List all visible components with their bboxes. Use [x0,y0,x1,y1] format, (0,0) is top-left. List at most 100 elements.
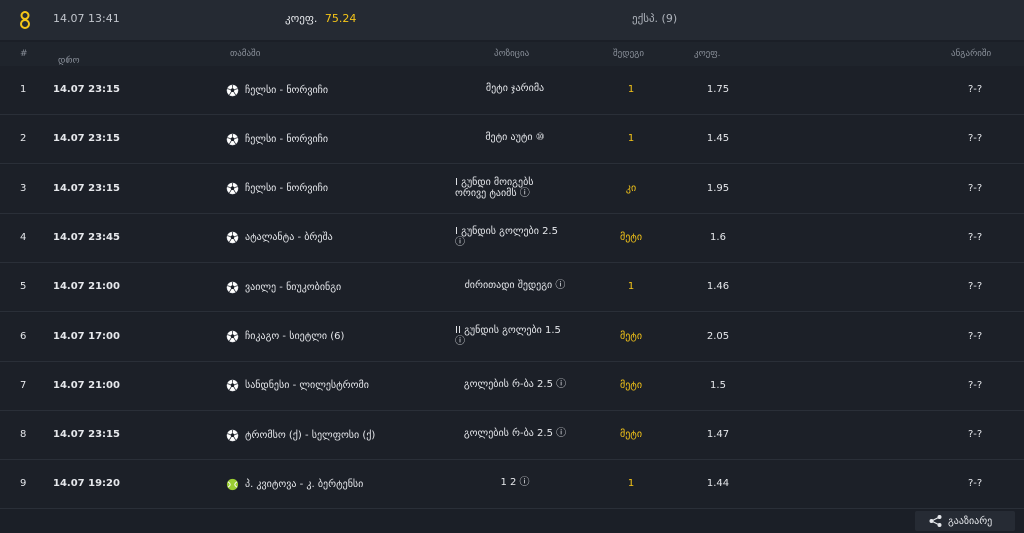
row-date: 14.07 23:45 [53,231,120,243]
table-row[interactable]: 9 14.07 19:20 პ. კვიტოვა - კ. ბერტენსი 1 2 … [0,460,1024,510]
col-header-game: თამაში [230,49,261,59]
row-game[interactable]: ჩელსი - ნორვიჩი [226,82,328,98]
row-number: 8 [20,429,27,441]
row-number: 2 [20,133,27,145]
row-odds: 1.46 [706,281,730,293]
row-number: 4 [20,231,27,243]
row-game-label: ვაილე - ნიუკობინგი [245,281,342,293]
row-position: გოლების რ-ბა 2.5 ⓘ [463,378,567,390]
row-number: 7 [20,379,27,391]
total-odds: კოეფ. 75.24 [285,12,356,25]
col-header-result: ანგარიში [951,49,992,59]
col-header-odds: კოეფ. [694,49,721,59]
row-bet: მეტი [619,379,643,391]
row-bet: კი [625,182,637,194]
row-odds: 1.47 [706,429,730,441]
row-odds: 1.6 [710,231,726,243]
row-odds: 1.75 [706,84,730,95]
row-result: ?-? [968,281,983,293]
soccer-ball-icon [226,330,239,343]
row-game-label: ატალანტა - ბრეშა [245,232,333,244]
row-game[interactable]: ჩელსი - ნორვიჩი [226,131,328,147]
table-row[interactable]: 4 14.07 23:45 ატალანტა - ბრეშა I გუნდის გოლ… [0,213,1024,263]
table-row[interactable]: 8 14.07 23:15 ტრომსო (ქ) - სელფოსი (ქ) გოლე… [0,411,1024,461]
table-row[interactable]: 2 14.07 23:15 ჩელსი - ნორვიჩი მეტი აუტი ⑩ 1 1… [0,115,1024,165]
row-position: გოლების რ-ბა 2.5 ⓘ [463,428,567,440]
row-position: 1 2 ⓘ [500,477,530,489]
row-game[interactable]: ვაილე - ნიუკობინგი [226,279,341,295]
col-header-bet: შედეგი [613,49,645,59]
row-bet: მეტი [619,330,643,342]
row-game-label: ჩელსი - ნორვიჩი [245,133,329,145]
sort-down-icon[interactable]: ↓ [64,56,72,66]
table-row[interactable]: 1 14.07 23:15 ჩელსი - ნორვიჩი მეტი ჯარიმა 1 1… [0,66,1024,115]
row-date: 14.07 19:20 [53,478,120,490]
row-date: 14.07 21:00 [53,379,120,391]
row-date: 14.07 23:15 [53,84,120,95]
row-number: 3 [20,182,27,194]
row-bet: 1 [627,84,635,95]
soccer-ball-icon [226,429,239,442]
logo-icon [20,11,30,29]
row-number: 1 [20,84,27,95]
soccer-ball-icon [226,84,239,97]
row-result: ?-? [968,182,983,194]
soccer-ball-icon [226,231,239,244]
row-game[interactable]: ატალანტა - ბრეშა [226,230,333,246]
row-number: 9 [20,478,27,490]
col-header-num: # [20,49,28,59]
row-game-label: ჩიკაგო - სიეტლი (6) [245,331,345,342]
row-date: 14.07 21:00 [53,281,120,293]
table-row[interactable]: 7 14.07 21:00 სანდნესი - ლილესტრომი გოლების… [0,361,1024,411]
table-row[interactable]: 5 14.07 21:00 ვაილე - ნიუკობინგი ძირითადი შ… [0,263,1024,313]
row-odds: 1.45 [706,133,730,145]
row-result: ?-? [968,231,983,243]
soccer-ball-icon [226,281,239,294]
row-game[interactable]: სანდნესი - ლილესტრომი [226,378,369,394]
row-game-label: პ. კვიტოვა - კ. ბერტენსი [245,478,364,490]
row-position: II გუნდის გოლები 1.5 ⓘ [455,324,561,347]
ticket-date: 14.07 13:41 [53,12,120,25]
soccer-ball-icon [226,379,239,392]
row-position: მეტი ჯარიმა [485,83,545,94]
ticket-header: 14.07 13:41 კოეფ. 75.24 ექსპ. (9) [0,0,1024,40]
row-game-label: ტრომსო (ქ) - სელფოსი (ქ) [245,429,376,441]
table-row[interactable]: 6 14.07 17:00 ჩიკაგო - სიეტლი (6) II გუნდის… [0,312,1024,362]
row-number: 5 [20,281,27,293]
row-result: ?-? [968,84,983,95]
row-game[interactable]: პ. კვიტოვა - კ. ბერტენსი [226,476,363,492]
table-row[interactable]: 3 14.07 23:15 ჩელსი - ნორვიჩი I გუნდი მოიგე… [0,164,1024,214]
row-bet: 1 [627,281,635,293]
col-header-position: პოზიცია [494,49,530,59]
row-odds: 1.44 [706,478,730,490]
row-date: 14.07 23:15 [53,182,120,194]
row-date: 14.07 23:15 [53,429,120,441]
row-result: ?-? [968,478,983,490]
row-bet: მეტი [619,231,643,243]
row-game[interactable]: ჩელსი - ნორვიჩი [226,181,328,197]
row-bet: მეტი [619,429,643,441]
row-date: 14.07 17:00 [53,330,120,342]
row-game-label: ჩელსი - ნორვიჩი [245,84,329,96]
tennis-ball-icon [226,478,239,491]
row-game-label: სანდნესი - ლილესტრომი [245,380,369,392]
share-button[interactable]: გააზიარე [915,511,1015,531]
soccer-ball-icon [226,133,239,146]
row-number: 6 [20,330,27,342]
row-game[interactable]: ტრომსო (ქ) - სელფოსი (ქ) [226,427,375,443]
row-odds: 1.5 [710,379,726,391]
share-label: გააზიარე [948,515,993,527]
row-game[interactable]: ჩიკაგო - სიეტლი (6) [226,329,344,345]
row-bet: 1 [627,133,635,145]
row-result: ?-? [968,133,983,145]
row-odds: 1.95 [706,182,730,194]
row-position: I გუნდი მოიგებს ორივე ტაიმს ⓘ [455,176,534,199]
total-odds-value: 75.24 [324,12,357,25]
share-icon [929,515,942,527]
table-header: # დრო ↓ თამაში პოზიცია შედეგი კოეფ. ანგარ… [0,42,1024,66]
total-odds-label: კოეფ. [285,12,318,25]
row-bet: 1 [627,478,635,490]
row-position: I გუნდის გოლები 2.5 ⓘ [455,225,558,248]
soccer-ball-icon [226,182,239,195]
row-position: ძირითადი შედეგი ⓘ [464,280,566,292]
